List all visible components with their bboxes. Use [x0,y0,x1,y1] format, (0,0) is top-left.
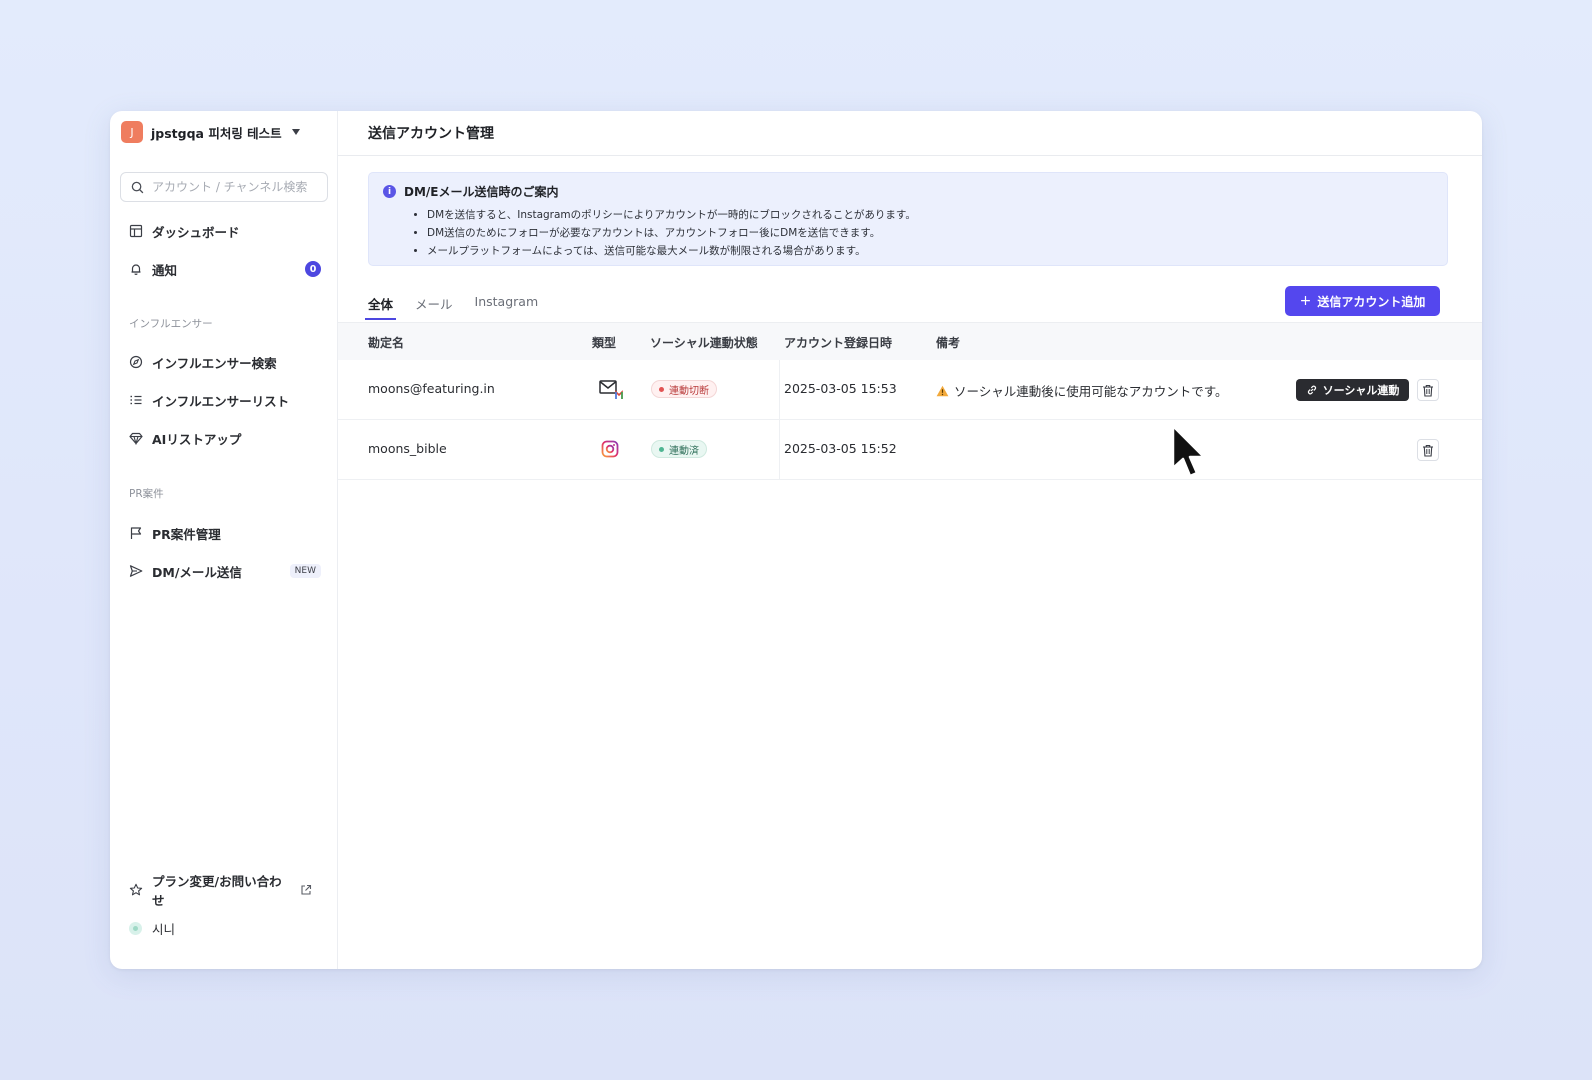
gmail-icon [599,380,623,399]
diamond-icon [129,432,143,445]
sidebar-item-label: PR案件管理 [152,526,221,542]
social-link-label: ソーシャル連動 [1322,384,1400,397]
sidebar-item-label: インフルエンサーリスト [152,393,290,409]
instagram-icon [601,440,619,458]
notice-item: DMを送信すると、Instagramのポリシーによりアカウントが一時的にブロック… [427,206,1433,224]
app-window: J jpstgqa 피처링 테스트 ダッシュボード 通知 0 インフルエンサー … [110,111,1482,969]
plus-icon: + [1299,293,1312,309]
account-name: moons_bible [368,441,447,456]
sidebar-item-ai-listup[interactable]: AIリストアップ [129,426,321,450]
social-link-button[interactable]: ソーシャル連動 [1296,379,1409,401]
sidebar-item-influencer-search[interactable]: インフルエンサー検索 [129,350,321,374]
info-icon: i [383,185,396,198]
status-label: 連動切断 [669,385,709,397]
table-header: 勘定名 類型 ソーシャル連動状態 アカウント登録日時 備考 [338,322,1482,360]
notice-box: i DM/Eメール送信時のご案内 DMを送信すると、Instagramのポリシー… [368,172,1448,266]
delete-button[interactable] [1417,379,1439,401]
sidebar-item-label: プラン変更/お問い合わせ [152,874,282,908]
sidebar-item-plan-contact[interactable]: プラン変更/お問い合わせ [129,874,321,908]
status-badge: 連動済 [651,440,707,458]
sidebar-item-dm-mail[interactable]: DM/メール送信 NEW [129,559,321,583]
column-separator [779,360,780,420]
workspace-name: jpstgqa 피처링 테스트 [151,125,282,141]
table-row: moons_bible 連動済 2025-03-05 15:52 [338,420,1482,480]
user-name: 시니 [152,921,176,937]
search-icon [131,181,144,193]
page-title: 送信アカウント管理 [368,126,494,142]
sidebar-item-label: インフルエンサー検索 [152,355,277,371]
notification-count-badge: 0 [305,261,321,277]
list-icon [130,395,142,405]
trash-icon [1423,444,1433,457]
section-label-pr: PR案件 [129,488,164,500]
notice-title: DM/Eメール送信時のご案内 [404,185,559,199]
notice-item: DM送信のためにフォローが必要なアカウントは、アカウントフォロー後にDMを送信で… [427,224,1433,242]
registered-datetime: 2025-03-05 15:53 [784,381,897,396]
sidebar-item-pr-management[interactable]: PR案件管理 [129,521,321,545]
status-label: 連動済 [669,445,699,457]
column-header-note: 備考 [936,336,961,350]
notice-list: DMを送信すると、Instagramのポリシーによりアカウントが一時的にブロック… [383,206,1433,260]
sidebar-item-influencer-list[interactable]: インフルエンサーリスト [129,388,321,412]
tab-instagram[interactable]: Instagram [475,291,539,321]
send-icon [129,565,143,577]
status-badge: 連動切断 [651,380,717,398]
workspace-avatar: J [121,121,143,143]
sidebar-item-dashboard[interactable]: ダッシュボード [129,219,321,243]
trash-icon [1423,384,1433,397]
caret-down-icon [291,129,300,135]
sidebar-item-label: DM/メール送信 [152,564,242,580]
sidebar: J jpstgqa 피처링 테스트 ダッシュボード 通知 0 インフルエンサー … [110,111,338,969]
account-name: moons@featuring.in [368,381,495,396]
mouse-cursor-icon [1171,424,1206,478]
main-content: 送信アカウント管理 i DM/Eメール送信時のご案内 DMを送信すると、Inst… [338,111,1482,969]
sidebar-item-label: 通知 [152,262,178,278]
table-row: moons@featuring.in 連動切断 2025-03-05 15:53… [338,360,1482,420]
new-badge: NEW [289,564,321,578]
add-button-label: 送信アカウント追加 [1317,294,1426,309]
title-divider [338,155,1482,156]
link-icon [1307,385,1316,395]
bell-icon [131,264,141,275]
column-separator [779,420,780,480]
column-header-account: 勘定名 [368,336,405,350]
user-avatar [129,921,142,935]
sidebar-search [120,172,328,202]
sidebar-user[interactable]: 시니 [129,916,321,940]
tab-mail[interactable]: メール [415,291,453,321]
sidebar-item-label: AIリストアップ [152,431,242,447]
account-tabs: 全体 メール Instagram [364,291,560,321]
warning-icon [936,385,949,396]
note-text: ソーシャル連動後に使用可能なアカウントです。 [954,384,1228,399]
sidebar-item-label: ダッシュボード [152,224,240,240]
flag-icon [130,527,142,539]
notice-header: i DM/Eメール送信時のご案内 [383,183,1433,200]
tab-all[interactable]: 全体 [364,291,397,321]
star-icon [129,883,143,896]
external-link-icon [301,884,312,895]
compass-icon [129,355,143,369]
column-header-social-status: ソーシャル連動状態 [650,336,758,350]
dashboard-icon [129,224,143,238]
delete-button[interactable] [1417,439,1439,461]
add-sender-account-button[interactable]: + 送信アカウント追加 [1285,286,1440,316]
notice-item: メールプラットフォームによっては、送信可能な最大メール数が制限される場合がありま… [427,242,1433,260]
search-input[interactable] [152,180,312,194]
registered-datetime: 2025-03-05 15:52 [784,441,897,456]
column-header-type: 類型 [592,336,617,350]
sidebar-item-notifications[interactable]: 通知 0 [129,257,321,281]
workspace-switcher[interactable]: J jpstgqa 피처링 테스트 [121,121,300,143]
column-header-registered: アカウント登録日時 [784,336,893,350]
row-note: ソーシャル連動後に使用可能なアカウントです。 [936,381,1228,400]
section-label-influencer: インフルエンサー [129,318,213,330]
